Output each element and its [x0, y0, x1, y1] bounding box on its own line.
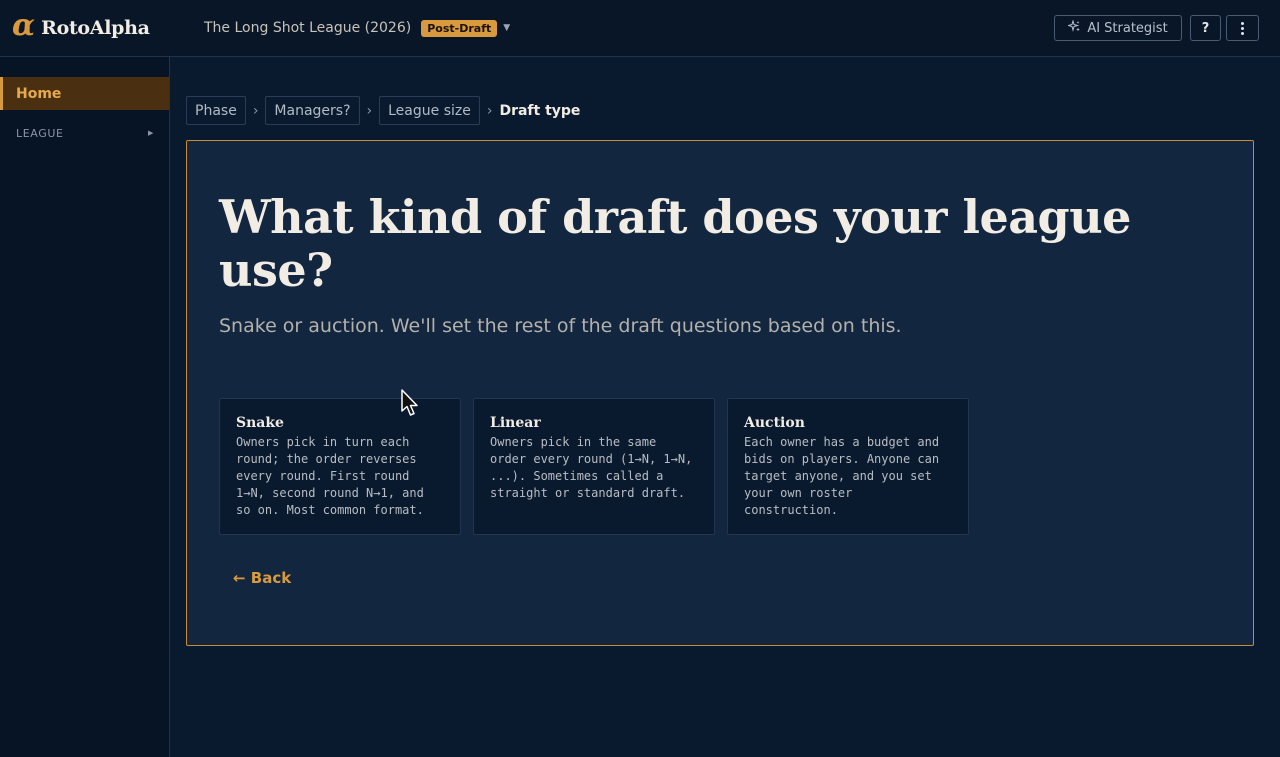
alpha-logo-icon: α [12, 8, 36, 43]
ai-strategist-button[interactable]: AI Strategist [1054, 15, 1182, 41]
breadcrumb-separator-icon: › [252, 102, 259, 119]
option-card-linear[interactable]: Linear Owners pick in the same order eve… [473, 398, 715, 535]
more-menu-button[interactable] [1226, 15, 1259, 41]
breadcrumb-current: Draft type [499, 102, 581, 119]
page-title: What kind of draft does your league use? [219, 190, 1131, 297]
mouse-pointer-icon [401, 389, 418, 416]
help-button[interactable]: ? [1190, 15, 1221, 41]
breadcrumb-separator-icon: › [486, 102, 493, 119]
more-vertical-icon [1241, 21, 1244, 35]
sidebar-section-label: LEAGUE [16, 126, 64, 140]
sidebar: Home LEAGUE ▶ [0, 57, 170, 757]
app-name: RotoAlpha [41, 17, 150, 39]
option-description: Each owner has a budget and bids on play… [744, 435, 940, 517]
question-panel: What kind of draft does your league use?… [186, 140, 1254, 646]
chevron-right-icon: ▶ [148, 129, 154, 137]
app-logo[interactable]: α RotoAlpha [12, 8, 150, 44]
draft-type-options: Snake Owners pick in turn each round; th… [219, 398, 969, 535]
breadcrumb-item-league-size[interactable]: League size [379, 96, 480, 125]
option-description: Owners pick in the same order every roun… [490, 435, 693, 500]
back-button[interactable]: ← Back [233, 569, 291, 587]
question-subtitle: Snake or auction. We'll set the rest of … [219, 315, 902, 337]
chevron-down-icon: ▼ [503, 23, 511, 33]
top-bar: α RotoAlpha The Long Shot League (2026) … [0, 0, 1280, 57]
league-name: The Long Shot League (2026) [204, 20, 412, 36]
ai-strategist-label: AI Strategist [1087, 20, 1168, 36]
option-title: Snake [236, 415, 284, 431]
phase-badge: Post-Draft [421, 19, 498, 37]
option-card-auction[interactable]: Auction Each owner has a budget and bids… [727, 398, 969, 535]
league-switcher[interactable]: The Long Shot League (2026) Post-Draft ▼ [204, 18, 510, 38]
breadcrumb-separator-icon: › [366, 102, 373, 119]
sparkle-icon [1066, 19, 1081, 36]
option-description: Owners pick in turn each round; the orde… [236, 435, 424, 517]
option-title: Auction [744, 415, 805, 431]
breadcrumb-item-managers[interactable]: Managers? [265, 96, 360, 125]
breadcrumb-item-phase[interactable]: Phase [186, 96, 246, 125]
option-card-snake[interactable]: Snake Owners pick in turn each round; th… [219, 398, 461, 535]
option-title: Linear [490, 415, 541, 431]
sidebar-section-league[interactable]: LEAGUE ▶ [16, 125, 154, 141]
breadcrumb: Phase › Managers? › League size › Draft … [186, 96, 580, 125]
sidebar-item-home[interactable]: Home [0, 77, 169, 110]
